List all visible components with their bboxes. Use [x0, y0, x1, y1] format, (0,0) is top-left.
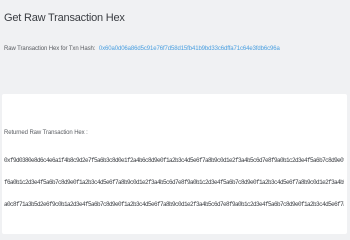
- txn-hash-label: Raw Transaction Hex for Txn Hash:: [4, 46, 96, 52]
- txn-hash-link[interactable]: 0x60a0d06a86d5c91e76f7d58d15fb41b9bd33c6…: [99, 46, 280, 52]
- page: Get Raw Transaction Hex Raw Transaction …: [0, 0, 350, 240]
- page-title: Get Raw Transaction Hex: [4, 12, 125, 24]
- result-panel: Returned Raw Transaction Hex : 0xf9d0380…: [2, 94, 347, 234]
- raw-hex-output[interactable]: 0xf9d0380e8d6c4e6a1f4b8c9d2e7f5a6b3c8d0e…: [4, 150, 344, 220]
- txn-hash-row: Raw Transaction Hex for Txn Hash: 0x60a0…: [4, 46, 280, 52]
- hex-line: f6a0b1c2d3e4f5a6b7c8d9e0f1a2b3c4d5e6f7a8…: [4, 179, 344, 186]
- result-label-text: Returned Raw Transaction Hex :: [4, 130, 88, 136]
- hex-line: a0c8f71a3b5d2e6f9c0b1a2d3e4f5a6b7c8d9e0f…: [4, 201, 344, 208]
- result-label: Returned Raw Transaction Hex :: [4, 130, 88, 136]
- hex-line: 0xf9d0380e8d6c4e6a1f4b8c9d2e7f5a6b3c8d0e…: [4, 157, 344, 164]
